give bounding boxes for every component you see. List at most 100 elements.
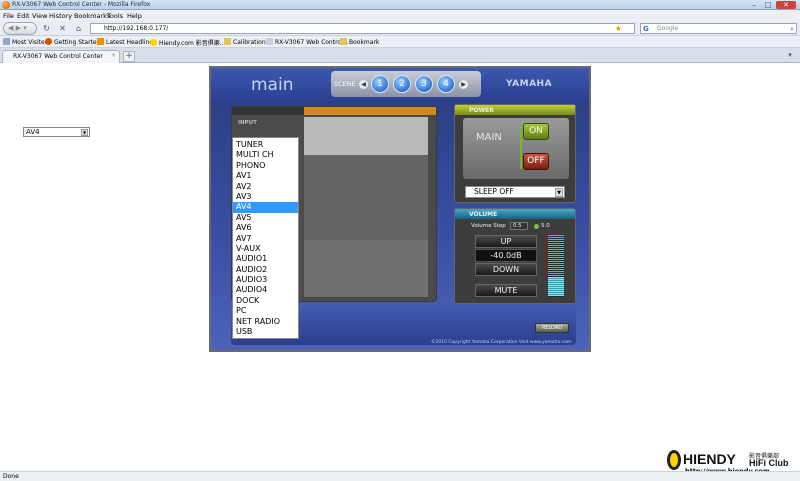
input-option-phono[interactable]: PHONO [233,161,298,171]
navigation-toolbar: ◀ ▶ ▾ ↻ ✕ ⌂ http://192.168.0.177/ ★ G Go… [0,21,800,36]
input-option-audio4[interactable]: AUDIO4 [233,285,298,295]
scene-1-button[interactable]: 1 [371,75,389,93]
yamaha-logo: YAMAHA [506,79,553,89]
stop-icon[interactable]: ✕ [57,23,68,34]
bookmark-getting-started[interactable]: Getting Started [45,38,100,46]
input-option-usb[interactable]: USB [233,327,298,337]
tab-list-icon[interactable]: ▾ [784,51,796,62]
menu-help[interactable]: Help [127,12,142,20]
tab-rx-v3067[interactable]: RX-V3067 Web Control Center × [2,50,120,63]
bookmark-bookmark[interactable]: Bookmark [340,38,379,46]
panel-corner [232,107,304,115]
input-option-dock[interactable]: DOCK [233,296,298,306]
zone-title: main [251,75,294,95]
volume-down-button[interactable]: DOWN [475,263,537,276]
page-icon [266,38,273,45]
menu-bar: File Edit View History Bookmarks Tools H… [0,10,800,21]
power-panel: POWER MAIN ON OFF SLEEP OFF ▼ [454,104,576,203]
volume-up-button[interactable]: UP [475,235,537,248]
volume-step-alt: 5.0 [541,223,550,229]
scene-next-icon[interactable]: ▶ [459,80,468,89]
scene-bar: SCENE ◀ 1 2 3 4 ▶ [331,71,481,97]
power-on-button[interactable]: ON [523,123,549,140]
minimize-button[interactable]: – [748,1,760,9]
home-icon[interactable]: ⌂ [73,23,84,34]
input-option-v-aux[interactable]: V-AUX [233,244,298,254]
maximize-button[interactable]: □ [762,1,774,9]
folder-icon [224,38,231,45]
input-option-av6[interactable]: AV6 [233,223,298,233]
back-forward-button[interactable]: ◀ ▶ ▾ [3,22,37,35]
bookmark-rx-v3067[interactable]: RX-V3067 Web Control... [266,38,348,46]
close-tab-icon[interactable]: × [111,52,116,59]
input-option-av2[interactable]: AV2 [233,182,298,192]
power-off-button[interactable]: OFF [523,153,549,170]
bookmark-calibration[interactable]: Calibration [224,38,266,46]
volume-meter-fill [548,277,564,296]
firefox-icon [45,38,52,45]
chevron-down-icon: ▼ [81,129,88,136]
bookmark-star-icon[interactable]: ★ [615,24,622,34]
reload-button[interactable]: RELOAD [535,323,569,333]
close-button[interactable]: ✕ [776,1,796,9]
menu-edit[interactable]: Edit [17,12,30,20]
window-title: RX-V3067 Web Control Center - Mozilla Fi… [12,1,151,8]
status-bar: Done [0,471,800,481]
power-inner [463,118,569,179]
input-dropdown-list: TUNER MULTI CH PHONO AV1 AV2 AV3 AV4 AV5 AV6 AV7 V… [232,137,299,339]
input-option-multi-ch[interactable]: MULTI CH [233,150,298,160]
bookmark-most-visited[interactable]: Most Visited [3,38,49,46]
scene-4-button[interactable]: 4 [437,75,455,93]
tab-bar: RX-V3067 Web Control Center × + ▾ [0,48,800,63]
copyright-text: ©2010 Copyright Yamaha Corporation Visit… [431,340,572,345]
power-header: POWER [455,105,575,115]
reload-icon[interactable]: ↻ [41,23,52,34]
scene-prev-icon[interactable]: ◀ [359,80,368,89]
zone-label: MAIN [476,132,502,143]
input-option-av1[interactable]: AV1 [233,171,298,181]
volume-step-select[interactable]: 0.5 [510,222,528,230]
most-visited-icon [3,38,10,45]
input-option-audio1[interactable]: AUDIO1 [233,254,298,264]
input-option-av7[interactable]: AV7 [233,234,298,244]
volume-level: -40.0dB [475,249,537,262]
step-radio-icon[interactable] [534,224,539,229]
menu-history[interactable]: History [49,12,72,20]
volume-panel: VOLUME Volume Step 0.5 5.0 UP -40.0dB DO… [454,208,576,304]
sleep-select[interactable]: SLEEP OFF ▼ [465,186,565,198]
status-text: Done [3,473,19,480]
menu-tools[interactable]: Tools [107,12,123,20]
input-option-pc[interactable]: PC [233,306,298,316]
search-input[interactable]: G Google ⌕ [640,23,797,34]
panel-header-strip [304,107,436,115]
title-bar: RX-V3067 Web Control Center - Mozilla Fi… [0,0,800,10]
input-selected-value: AV4 [26,128,40,136]
scene-label: SCENE [334,80,356,88]
address-bar[interactable]: http://192.168.0.177/ ★ [90,23,635,34]
input-option-av5[interactable]: AV5 [233,213,298,223]
input-option-audio3[interactable]: AUDIO3 [233,275,298,285]
input-option-av4[interactable]: AV4 [233,202,298,213]
new-tab-button[interactable]: + [123,51,135,62]
tab-label: RX-V3067 Web Control Center [13,53,103,60]
folder-icon [340,38,347,45]
bookmark-latest-headlines[interactable]: Latest Headlines [97,38,156,46]
rss-icon [97,38,104,45]
hiendy-logo-icon [667,450,681,470]
scene-2-button[interactable]: 2 [393,75,411,93]
bookmark-hiendy[interactable]: Hiendy.com 影音俱樂... [150,38,226,47]
search-icon[interactable]: ⌕ [790,24,794,34]
hiendy-icon [150,39,157,46]
input-option-audio2[interactable]: AUDIO2 [233,265,298,275]
scene-3-button[interactable]: 3 [415,75,433,93]
input-option-av3[interactable]: AV3 [233,192,298,202]
menu-file[interactable]: File [3,12,14,20]
search-placeholder: Google [657,25,679,32]
volume-header: VOLUME [455,209,575,219]
menu-bookmarks[interactable]: Bookmarks [74,12,110,20]
input-option-tuner[interactable]: TUNER [233,140,298,150]
input-option-net-radio[interactable]: NET RADIO [233,317,298,327]
menu-view[interactable]: View [32,12,47,20]
input-select[interactable]: AV4 ▼ [23,127,90,137]
mute-button[interactable]: MUTE [475,284,537,297]
